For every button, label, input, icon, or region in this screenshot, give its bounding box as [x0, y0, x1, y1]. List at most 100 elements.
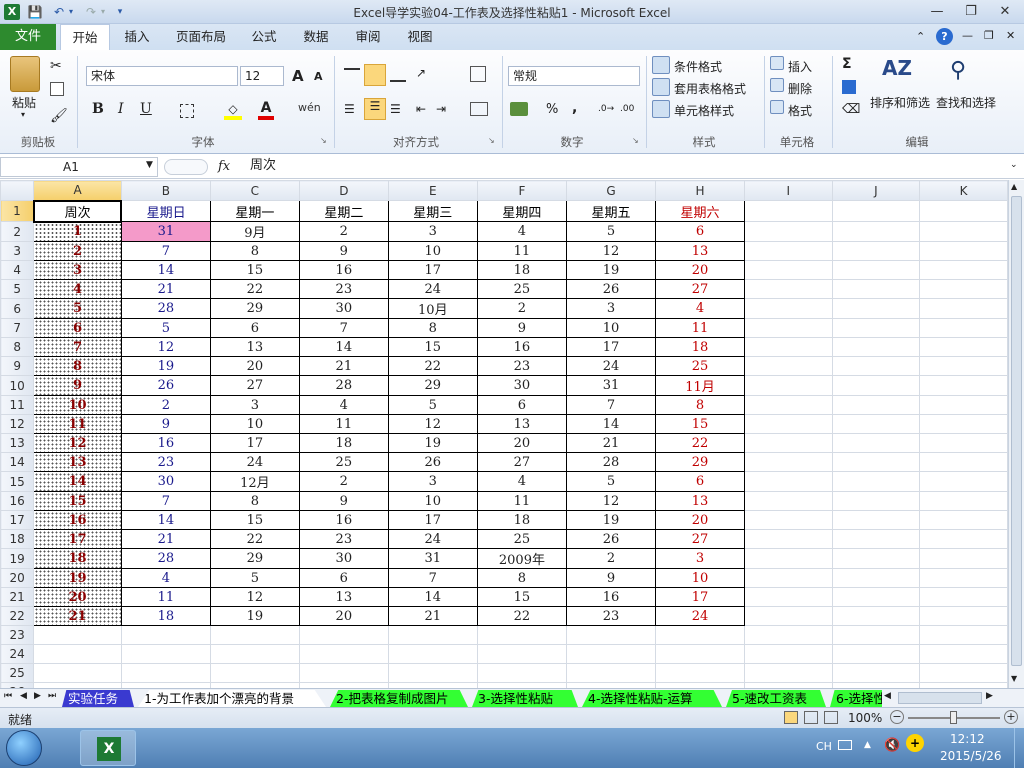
cell[interactable]: 16	[566, 587, 657, 607]
cell[interactable]: 27	[476, 452, 568, 472]
cell[interactable]: 10	[209, 414, 300, 434]
cell[interactable]	[919, 318, 1008, 338]
cell[interactable]	[744, 318, 833, 338]
cell[interactable]	[744, 356, 833, 376]
paste-dropdown-icon[interactable]: ▾	[21, 110, 25, 119]
cell[interactable]	[120, 663, 211, 683]
cell[interactable]: 11	[298, 414, 389, 434]
cell[interactable]	[298, 644, 389, 664]
cell[interactable]: 12	[566, 491, 657, 511]
cell[interactable]	[831, 644, 921, 664]
cell[interactable]: 20	[655, 510, 746, 530]
cell[interactable]: 23	[566, 606, 657, 626]
taskbar-excel-icon[interactable]: X	[80, 730, 136, 766]
sort-filter-button[interactable]: 排序和筛选	[870, 94, 930, 111]
merge-center-icon[interactable]	[470, 102, 488, 116]
cell[interactable]: 30	[476, 375, 568, 396]
cell[interactable]: 2009年	[476, 548, 568, 569]
cell[interactable]: 30	[120, 471, 211, 492]
cell[interactable]: 26	[566, 529, 657, 549]
cell[interactable]: 21	[120, 529, 211, 549]
column-header[interactable]: B	[120, 180, 211, 201]
row-header[interactable]: 7	[0, 318, 35, 338]
row-header[interactable]: 19	[0, 548, 35, 569]
name-box-dropdown-icon[interactable]: ▼	[146, 160, 153, 170]
cell[interactable]: 19	[387, 433, 478, 453]
cell[interactable]	[919, 241, 1008, 261]
cell[interactable]: 11月	[655, 375, 746, 396]
row-header[interactable]: 9	[0, 356, 35, 376]
cell[interactable]	[919, 663, 1008, 683]
cell[interactable]: 11	[655, 318, 746, 338]
cell[interactable]: 22	[209, 279, 300, 299]
format-cells-icon[interactable]	[770, 100, 784, 114]
cell[interactable]: 28	[120, 548, 211, 569]
column-header[interactable]: F	[476, 180, 568, 201]
cell[interactable]: 17	[655, 587, 746, 607]
row-header[interactable]: 1	[0, 200, 35, 222]
cell[interactable]: 8	[476, 568, 568, 588]
cell[interactable]	[919, 433, 1008, 453]
prev-sheet-icon[interactable]: ◀	[20, 691, 27, 701]
cell[interactable]: 10	[33, 395, 122, 415]
tab-file[interactable]: 文件	[0, 24, 56, 50]
cell[interactable]: 24	[387, 279, 478, 299]
scroll-thumb[interactable]	[1011, 196, 1022, 666]
ribbon-minimize-icon[interactable]: ⌃	[916, 30, 925, 43]
cell[interactable]: 17	[387, 510, 478, 530]
number-dialog-launcher-icon[interactable]: ↘	[632, 136, 639, 145]
cell[interactable]: 7	[120, 491, 211, 511]
cell[interactable]: 15	[209, 260, 300, 280]
cell[interactable]: 13	[655, 491, 746, 511]
increase-decimal-icon[interactable]: .0→	[598, 104, 614, 114]
sheet-tab[interactable]: 实验任务	[62, 690, 134, 707]
cell[interactable]: 16	[120, 433, 211, 453]
cell[interactable]	[566, 644, 657, 664]
cell[interactable]	[919, 644, 1008, 664]
volume-icon[interactable]: 🔇	[884, 738, 900, 753]
next-sheet-icon[interactable]: ▶	[34, 691, 41, 701]
border-icon[interactable]	[180, 104, 194, 118]
cut-icon[interactable]: ✂	[50, 58, 62, 74]
copy-icon[interactable]	[50, 82, 64, 96]
cell[interactable]: 8	[387, 318, 478, 338]
cell[interactable]: 6	[655, 221, 746, 242]
cell[interactable]	[831, 221, 921, 242]
cell[interactable]	[831, 375, 921, 396]
cell[interactable]: 7	[33, 337, 122, 357]
cell[interactable]: 10	[387, 241, 478, 261]
cell[interactable]: 29	[387, 375, 478, 396]
cell[interactable]	[919, 471, 1008, 492]
cell[interactable]: 26	[566, 279, 657, 299]
row-header[interactable]: 11	[0, 395, 35, 415]
cell[interactable]: 18	[33, 548, 122, 569]
row-header[interactable]: 15	[0, 471, 35, 492]
cell[interactable]	[919, 298, 1008, 319]
cell[interactable]: 20	[33, 587, 122, 607]
align-right-icon[interactable]: ☰	[390, 102, 401, 116]
cell[interactable]: 24	[655, 606, 746, 626]
cell[interactable]: 14	[566, 414, 657, 434]
cell[interactable]	[120, 625, 211, 645]
cell[interactable]: 25	[298, 452, 389, 472]
row-header[interactable]: 6	[0, 298, 35, 319]
cell[interactable]	[33, 625, 122, 645]
accounting-format-icon[interactable]	[510, 102, 528, 116]
cell[interactable]: 24	[209, 452, 300, 472]
first-sheet-icon[interactable]: ⏮	[4, 691, 12, 701]
tab-data[interactable]: 数据	[294, 24, 338, 50]
cell[interactable]: 22	[655, 433, 746, 453]
cell[interactable]: 1	[33, 221, 122, 242]
row-header[interactable]: 22	[0, 606, 35, 626]
workbook-restore-icon[interactable]: ❐	[984, 29, 994, 42]
cell[interactable]: 12	[566, 241, 657, 261]
table-format-icon[interactable]	[652, 78, 670, 96]
cell[interactable]: 12	[209, 587, 300, 607]
align-left-icon[interactable]: ☰	[344, 102, 355, 116]
cell[interactable]: 31	[387, 548, 478, 569]
cell[interactable]	[744, 568, 833, 588]
input-language[interactable]: CH	[816, 740, 832, 753]
cell[interactable]: 11	[120, 587, 211, 607]
cell[interactable]	[919, 606, 1008, 626]
font-name-combo[interactable]: 宋体	[86, 66, 238, 86]
